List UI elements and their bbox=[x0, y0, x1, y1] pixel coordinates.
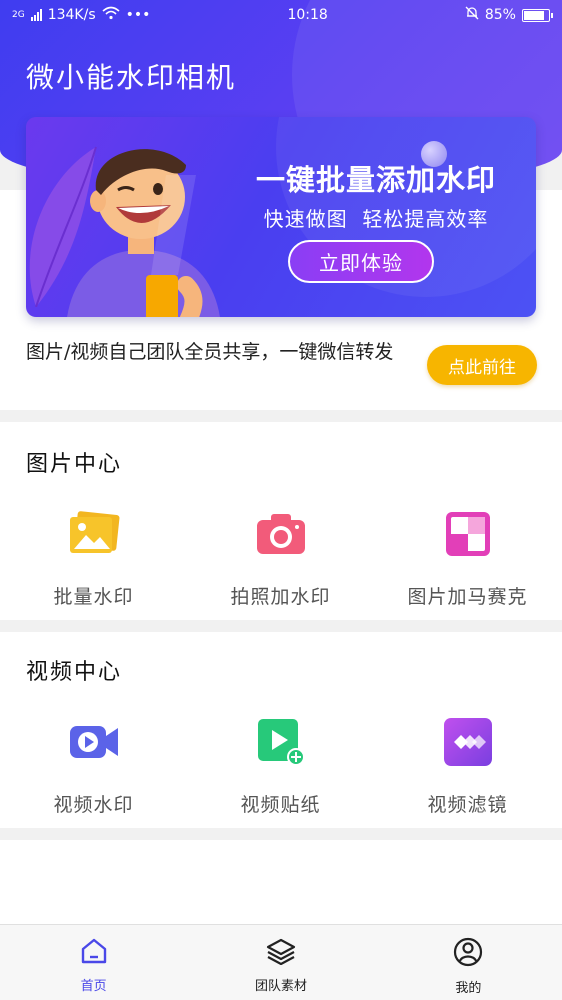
empty-area bbox=[0, 840, 562, 924]
video-filter-icon bbox=[442, 716, 494, 768]
more-dots-icon: ••• bbox=[125, 7, 151, 23]
video-watermark-item[interactable]: 视频水印 bbox=[0, 716, 187, 817]
video-sticker-item[interactable]: 视频贴纸 bbox=[187, 716, 374, 817]
photo-watermark-label: 拍照加水印 bbox=[230, 586, 331, 608]
picture-center-title: 图片中心 bbox=[26, 452, 123, 477]
nav-home[interactable]: 首页 bbox=[0, 925, 187, 1000]
status-time: 10:18 bbox=[287, 7, 328, 23]
status-right: 85% bbox=[465, 6, 553, 24]
nav-team-material-label: 团队素材 bbox=[254, 979, 307, 994]
nav-team-material[interactable]: 团队素材 bbox=[187, 925, 374, 1000]
promo-banner[interactable]: 一键批量添加水印 快速做图 轻松提高效率 立即体验 bbox=[26, 117, 536, 317]
video-filter-item[interactable]: 视频滤镜 bbox=[374, 716, 561, 817]
video-camera-icon bbox=[68, 716, 120, 768]
battery-percent: 85% bbox=[484, 7, 516, 23]
mute-bell-icon bbox=[465, 6, 479, 24]
person-illustration bbox=[67, 149, 220, 317]
banner-subline: 快速做图 轻松提高效率 bbox=[263, 207, 489, 231]
wifi-icon bbox=[102, 6, 120, 24]
go-now-button[interactable]: 点此前往 bbox=[427, 345, 537, 385]
mosaic-item[interactable]: 图片加马赛克 bbox=[374, 508, 561, 609]
batch-watermark-icon bbox=[68, 508, 120, 560]
battery-fill bbox=[523, 10, 544, 20]
picture-center-grid: 批量水印 拍照加水印 图片加马赛克 bbox=[0, 508, 562, 609]
video-sticker-label: 视频贴纸 bbox=[240, 794, 321, 816]
app-title: 微小能水印相机 bbox=[26, 61, 237, 94]
battery-icon bbox=[521, 8, 553, 22]
batch-watermark-item[interactable]: 批量水印 bbox=[0, 508, 187, 609]
video-filter-label: 视频滤镜 bbox=[427, 794, 508, 816]
nav-mine[interactable]: 我的 bbox=[375, 925, 562, 1000]
share-description: 图片/视频自己团队全员共享，一键微信转发 bbox=[26, 341, 394, 363]
video-center-title: 视频中心 bbox=[26, 660, 123, 685]
video-watermark-label: 视频水印 bbox=[53, 794, 134, 816]
nav-home-label: 首页 bbox=[80, 979, 107, 994]
signal-icon bbox=[30, 9, 42, 21]
status-bar: 2G 134K/s ••• 10:18 85% bbox=[0, 0, 562, 30]
picture-center-section: 图片中心 批量水印 拍照加水印 图片加马赛克 bbox=[0, 422, 562, 620]
user-icon bbox=[453, 937, 483, 971]
network-speed: 134K/s bbox=[47, 7, 96, 23]
banner-headline: 一键批量添加水印 bbox=[255, 163, 496, 197]
status-left: 2G 134K/s ••• bbox=[12, 6, 150, 24]
video-center-grid: 视频水印 视频贴纸 视频滤镜 bbox=[0, 716, 562, 817]
try-now-button[interactable]: 立即体验 bbox=[288, 240, 434, 283]
mosaic-icon bbox=[442, 508, 494, 560]
layers-icon bbox=[266, 937, 296, 969]
photo-watermark-item[interactable]: 拍照加水印 bbox=[187, 508, 374, 609]
network-type: 2G bbox=[12, 10, 25, 20]
mosaic-label: 图片加马赛克 bbox=[407, 586, 528, 608]
nav-mine-label: 我的 bbox=[455, 981, 482, 996]
video-center-section: 视频中心 视频水印 视频贴纸 视频滤镜 bbox=[0, 632, 562, 828]
batch-watermark-label: 批量水印 bbox=[53, 586, 134, 608]
home-icon bbox=[80, 937, 108, 969]
video-sticker-icon bbox=[255, 716, 307, 768]
camera-icon bbox=[255, 508, 307, 560]
bottom-navigation: 首页 团队素材 我的 bbox=[0, 924, 562, 1000]
